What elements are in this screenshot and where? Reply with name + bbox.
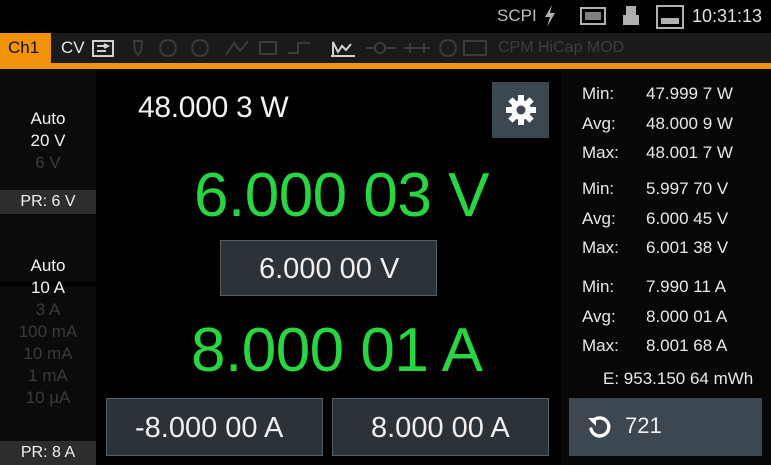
current-range-option: 10 µA xyxy=(25,388,71,407)
power-min-value: 47.999 7 W xyxy=(646,84,733,103)
stat-label: Min: xyxy=(582,84,615,103)
extra-modes-label: CPM HiCap MOD xyxy=(498,39,625,56)
power-readout: 48.000 3 W xyxy=(138,91,289,124)
statistics-count: 721 xyxy=(625,413,662,438)
display-icon xyxy=(656,5,684,34)
voltage-avg-value: 6.000 45 V xyxy=(646,209,729,228)
protection-icons xyxy=(128,39,328,62)
current-range-option: 1 mA xyxy=(28,366,68,385)
lightning-icon xyxy=(543,5,557,32)
current-range-option: 100 mA xyxy=(18,322,78,341)
stat-label: Avg: xyxy=(582,307,616,326)
voltage-range-option: 6 V xyxy=(35,153,61,172)
current-pr-label: PR: 8 A xyxy=(0,441,96,465)
current-min-value: 7.990 11 A xyxy=(646,277,727,296)
stat-label: Min: xyxy=(582,179,615,198)
stat-label: Max: xyxy=(582,238,619,257)
current-measurement: 8.000 01 A xyxy=(191,316,483,385)
settings-button[interactable] xyxy=(492,82,549,138)
voltage-range-list[interactable]: Auto 20 V 6 V xyxy=(0,108,96,174)
voltage-min-value: 5.997 70 V xyxy=(646,179,729,198)
current-range-list[interactable]: Auto 10 A 3 A 100 mA 10 mA 1 mA 10 µA xyxy=(0,255,96,409)
feature-icons xyxy=(364,39,498,62)
channel-bar: Ch1 CV CPM HiCap MOD xyxy=(0,33,771,63)
voltage-setpoint-field[interactable]: 6.000 00 V xyxy=(220,240,437,296)
current-range-selected: 10 A xyxy=(30,278,66,297)
usb-icon xyxy=(580,5,606,32)
output-icon xyxy=(92,40,114,62)
reset-statistics-button[interactable]: 721 xyxy=(569,398,762,456)
voltage-measurement: 6.000 03 V xyxy=(194,161,489,230)
tab-ch1[interactable]: Ch1 xyxy=(0,33,51,63)
current-range-option: 10 mA xyxy=(23,344,73,363)
stat-label: Max: xyxy=(582,336,619,355)
voltage-range-selected: 20 V xyxy=(30,131,66,150)
voltage-range-auto: Auto xyxy=(30,109,66,128)
stat-label: Avg: xyxy=(582,209,616,228)
reset-icon xyxy=(586,414,612,445)
mode-cv-label: CV xyxy=(61,38,85,57)
storage-icon xyxy=(622,5,640,32)
energy-readout: E: 953.150 64 mWh xyxy=(603,369,754,388)
range-panel: Auto 20 V 6 V PR: 6 V Auto 10 A 3 A 100 … xyxy=(0,69,96,465)
power-max-value: 48.001 7 W xyxy=(646,143,733,162)
current-range-option: 3 A xyxy=(35,300,61,319)
current-limit-negative-field[interactable]: -8.000 00 A xyxy=(106,398,323,456)
current-max-value: 8.001 68 A xyxy=(646,336,728,355)
current-range-auto: Auto xyxy=(30,256,66,275)
arb-icon xyxy=(330,38,356,63)
stat-label: Max: xyxy=(582,143,619,162)
voltage-pr-label: PR: 6 V xyxy=(0,190,96,214)
voltage-max-value: 6.001 38 V xyxy=(646,238,729,257)
clock: 10:31:13 xyxy=(692,6,763,26)
stat-label: Avg: xyxy=(582,114,616,133)
scpi-indicator: SCPI xyxy=(497,6,537,25)
status-bar: SCPI 10:31:13 xyxy=(0,0,771,33)
current-limit-positive-field[interactable]: 8.000 00 A xyxy=(332,398,549,456)
current-avg-value: 8.000 01 A xyxy=(646,307,728,326)
power-avg-value: 48.000 9 W xyxy=(646,114,733,133)
gear-icon xyxy=(505,94,537,131)
stat-label: Min: xyxy=(582,277,615,296)
